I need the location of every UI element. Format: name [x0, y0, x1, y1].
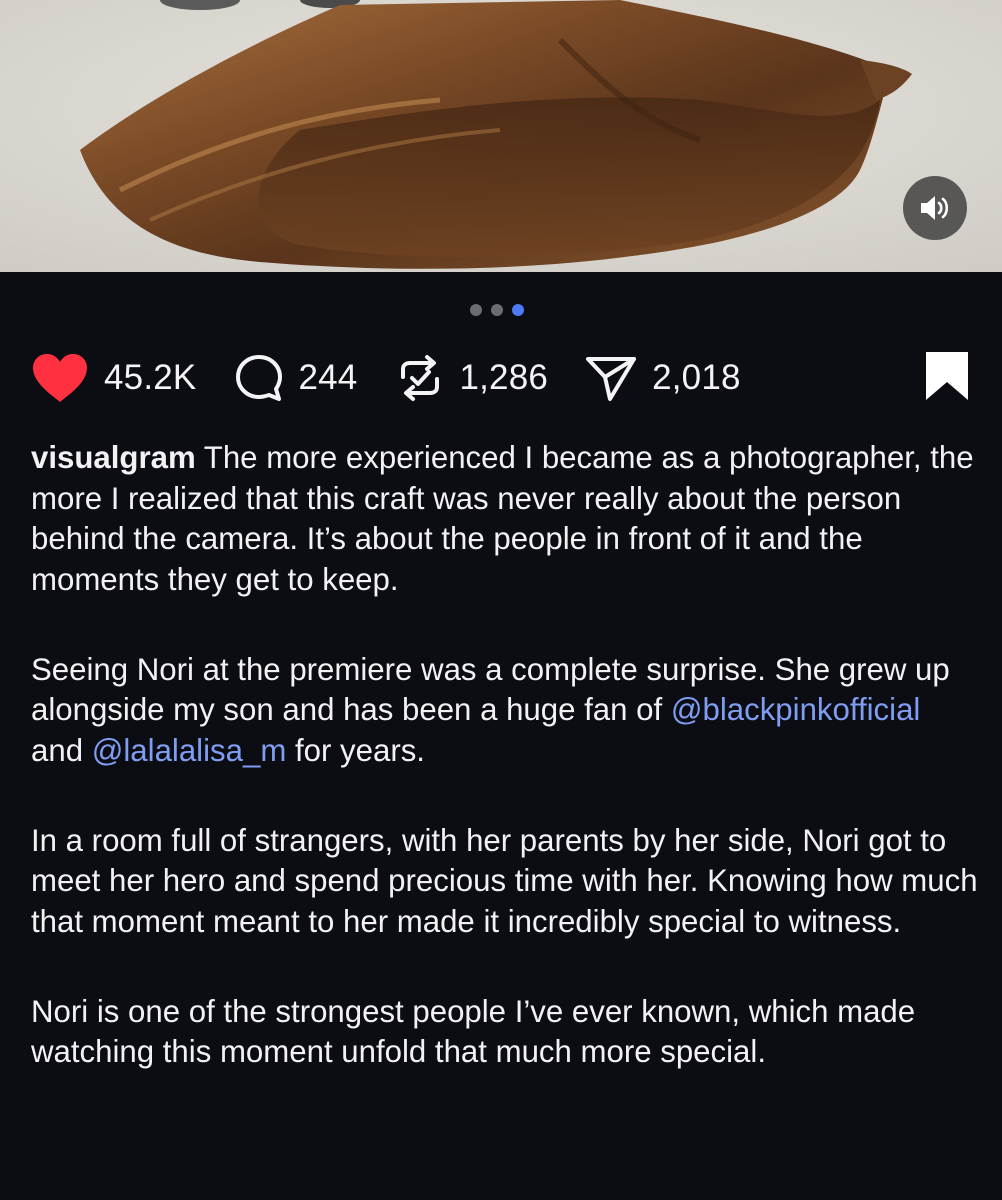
- carousel-indicator: [470, 304, 524, 316]
- carousel-dot: [470, 304, 482, 316]
- speaker-on-icon: [921, 196, 949, 220]
- share-button[interactable]: 2,018: [584, 353, 741, 403]
- heart-icon: [33, 354, 87, 402]
- caption-paragraph-2: Seeing Nori at the premiere was a comple…: [31, 650, 981, 772]
- share-count: 2,018: [652, 358, 741, 397]
- like-button[interactable]: 45.2K: [30, 352, 196, 404]
- media-image: [0, 0, 1002, 272]
- caption-paragraph-4: Nori is one of the strongest people I’ve…: [31, 993, 916, 1070]
- repost-button[interactable]: 1,286: [395, 353, 548, 403]
- bookmark-filled-icon: [926, 351, 968, 400]
- mention-link[interactable]: @blackpinkofficial: [671, 692, 921, 727]
- comment-button[interactable]: 244: [234, 353, 357, 403]
- caption-paragraph-3: In a room full of strangers, with her pa…: [31, 822, 978, 939]
- repost-icon: [401, 355, 440, 401]
- mention-link[interactable]: @lalalalisa_m: [92, 733, 287, 768]
- caption-text: for years.: [286, 732, 425, 768]
- repost-count: 1,286: [459, 358, 549, 397]
- carousel-dot: [491, 304, 503, 316]
- caption-text: and: [31, 732, 92, 768]
- post-media[interactable]: [0, 0, 1002, 272]
- comment-count: 244: [298, 358, 358, 397]
- paper-plane-icon: [586, 357, 637, 401]
- post-actions-bar: 45.2K 244 1,286 2,018: [30, 350, 970, 406]
- carousel-dot-active: [512, 304, 524, 316]
- save-button[interactable]: [924, 350, 970, 407]
- caption-paragraph-1: visualgram The more experienced I became…: [31, 438, 981, 600]
- sound-toggle-button[interactable]: [903, 176, 967, 240]
- comment-bubble-icon: [236, 355, 283, 401]
- post-caption: visualgram The more experienced I became…: [31, 438, 981, 1122]
- caption-username[interactable]: visualgram: [31, 440, 196, 475]
- like-count: 45.2K: [104, 358, 197, 397]
